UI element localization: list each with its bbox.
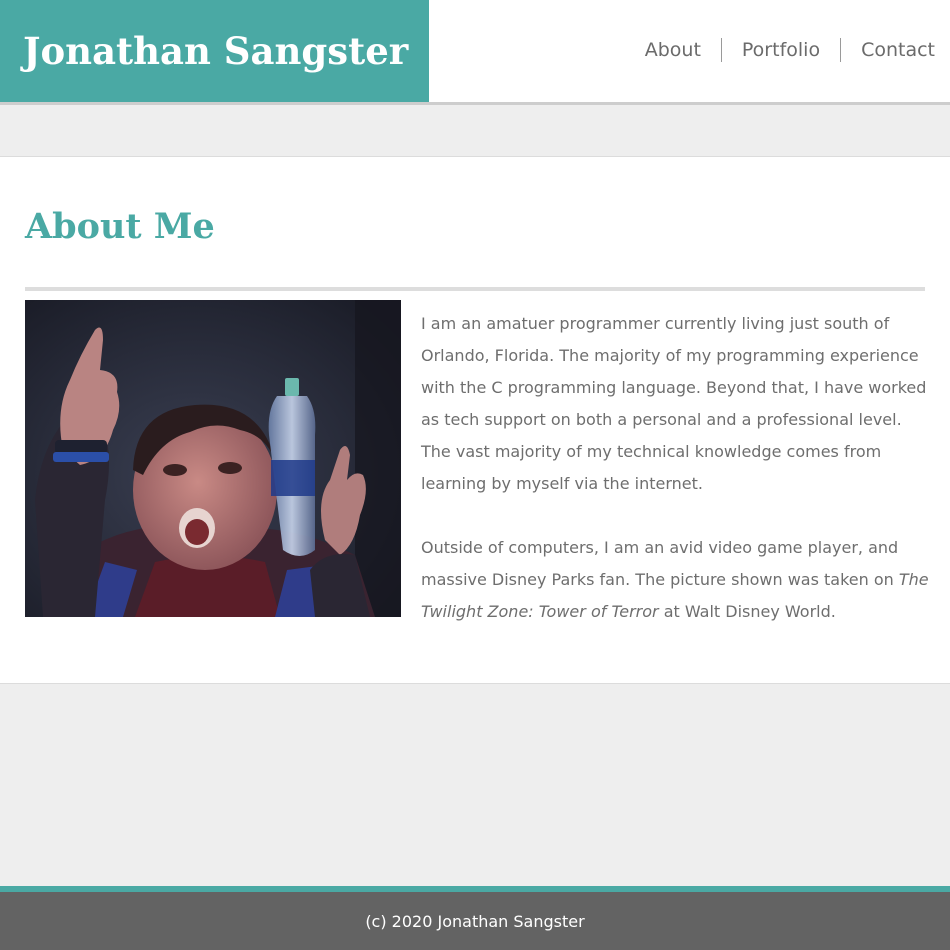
section-divider: [25, 287, 925, 291]
nav-link-contact[interactable]: Contact: [841, 38, 935, 62]
bio-text: I am an amatuer programmer currently liv…: [421, 308, 931, 628]
section-heading: About Me: [25, 206, 215, 247]
bio-paragraph-1: I am an amatuer programmer currently liv…: [421, 314, 927, 493]
nav-link-about[interactable]: About: [645, 38, 721, 62]
about-section: About Me I am an amatuer programmer curr…: [0, 156, 950, 684]
copyright-text: (c) 2020 Jonathan Sangster: [365, 912, 585, 931]
nav-link-portfolio[interactable]: Portfolio: [722, 38, 840, 62]
main-nav: About Portfolio Contact: [645, 38, 935, 62]
profile-photo: [25, 300, 401, 617]
bio-paragraph-2-end: at Walt Disney World.: [658, 602, 836, 621]
brand-block: Jonathan Sangster: [0, 0, 429, 102]
bio-paragraph-2: Outside of computers, I am an avid video…: [421, 532, 931, 628]
site-footer: (c) 2020 Jonathan Sangster: [0, 892, 950, 950]
site-header: Jonathan Sangster About Portfolio Contac…: [0, 0, 950, 105]
bio-paragraph-2-start: Outside of computers, I am an avid video…: [421, 538, 899, 589]
site-title[interactable]: Jonathan Sangster: [23, 28, 408, 74]
